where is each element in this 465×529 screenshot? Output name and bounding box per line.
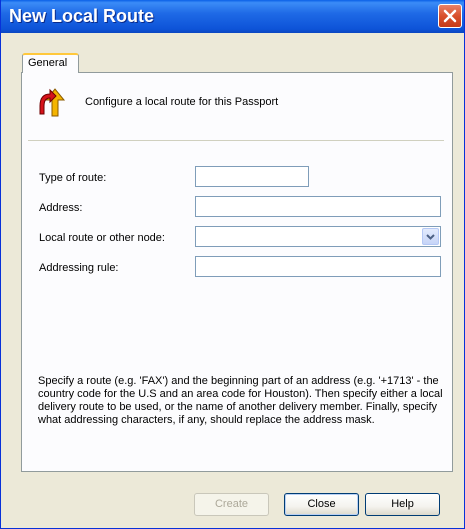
chevron-down-icon [426, 234, 435, 240]
tab-general[interactable]: General [22, 53, 79, 73]
window-title: New Local Route [9, 6, 155, 26]
type-of-route-label: Type of route: [39, 172, 107, 184]
dialog-window: New Local Route General Configure a loca… [0, 0, 465, 529]
help-button[interactable]: Help [365, 493, 440, 516]
tab-general-label: General [28, 57, 68, 69]
dropdown-button[interactable] [422, 228, 439, 245]
header-separator [28, 140, 444, 141]
route-arrows-icon [39, 88, 66, 117]
addressing-rule-input[interactable] [195, 256, 441, 277]
local-route-select[interactable] [195, 226, 441, 247]
close-window-button[interactable] [438, 4, 462, 28]
type-of-route-input[interactable] [195, 166, 309, 187]
title-bar[interactable]: New Local Route [1, 0, 464, 33]
addressing-rule-label: Addressing rule: [39, 262, 119, 274]
close-button[interactable]: Close [284, 493, 359, 516]
close-icon [443, 9, 457, 23]
address-label: Address: [39, 202, 83, 214]
local-route-label: Local route or other node: [39, 232, 165, 244]
header-text: Configure a local route for this Passpor… [85, 96, 279, 108]
create-button[interactable]: Create [194, 493, 269, 516]
address-input[interactable] [195, 196, 441, 217]
description-text: Specify a route (e.g. 'FAX') and the beg… [38, 375, 443, 426]
